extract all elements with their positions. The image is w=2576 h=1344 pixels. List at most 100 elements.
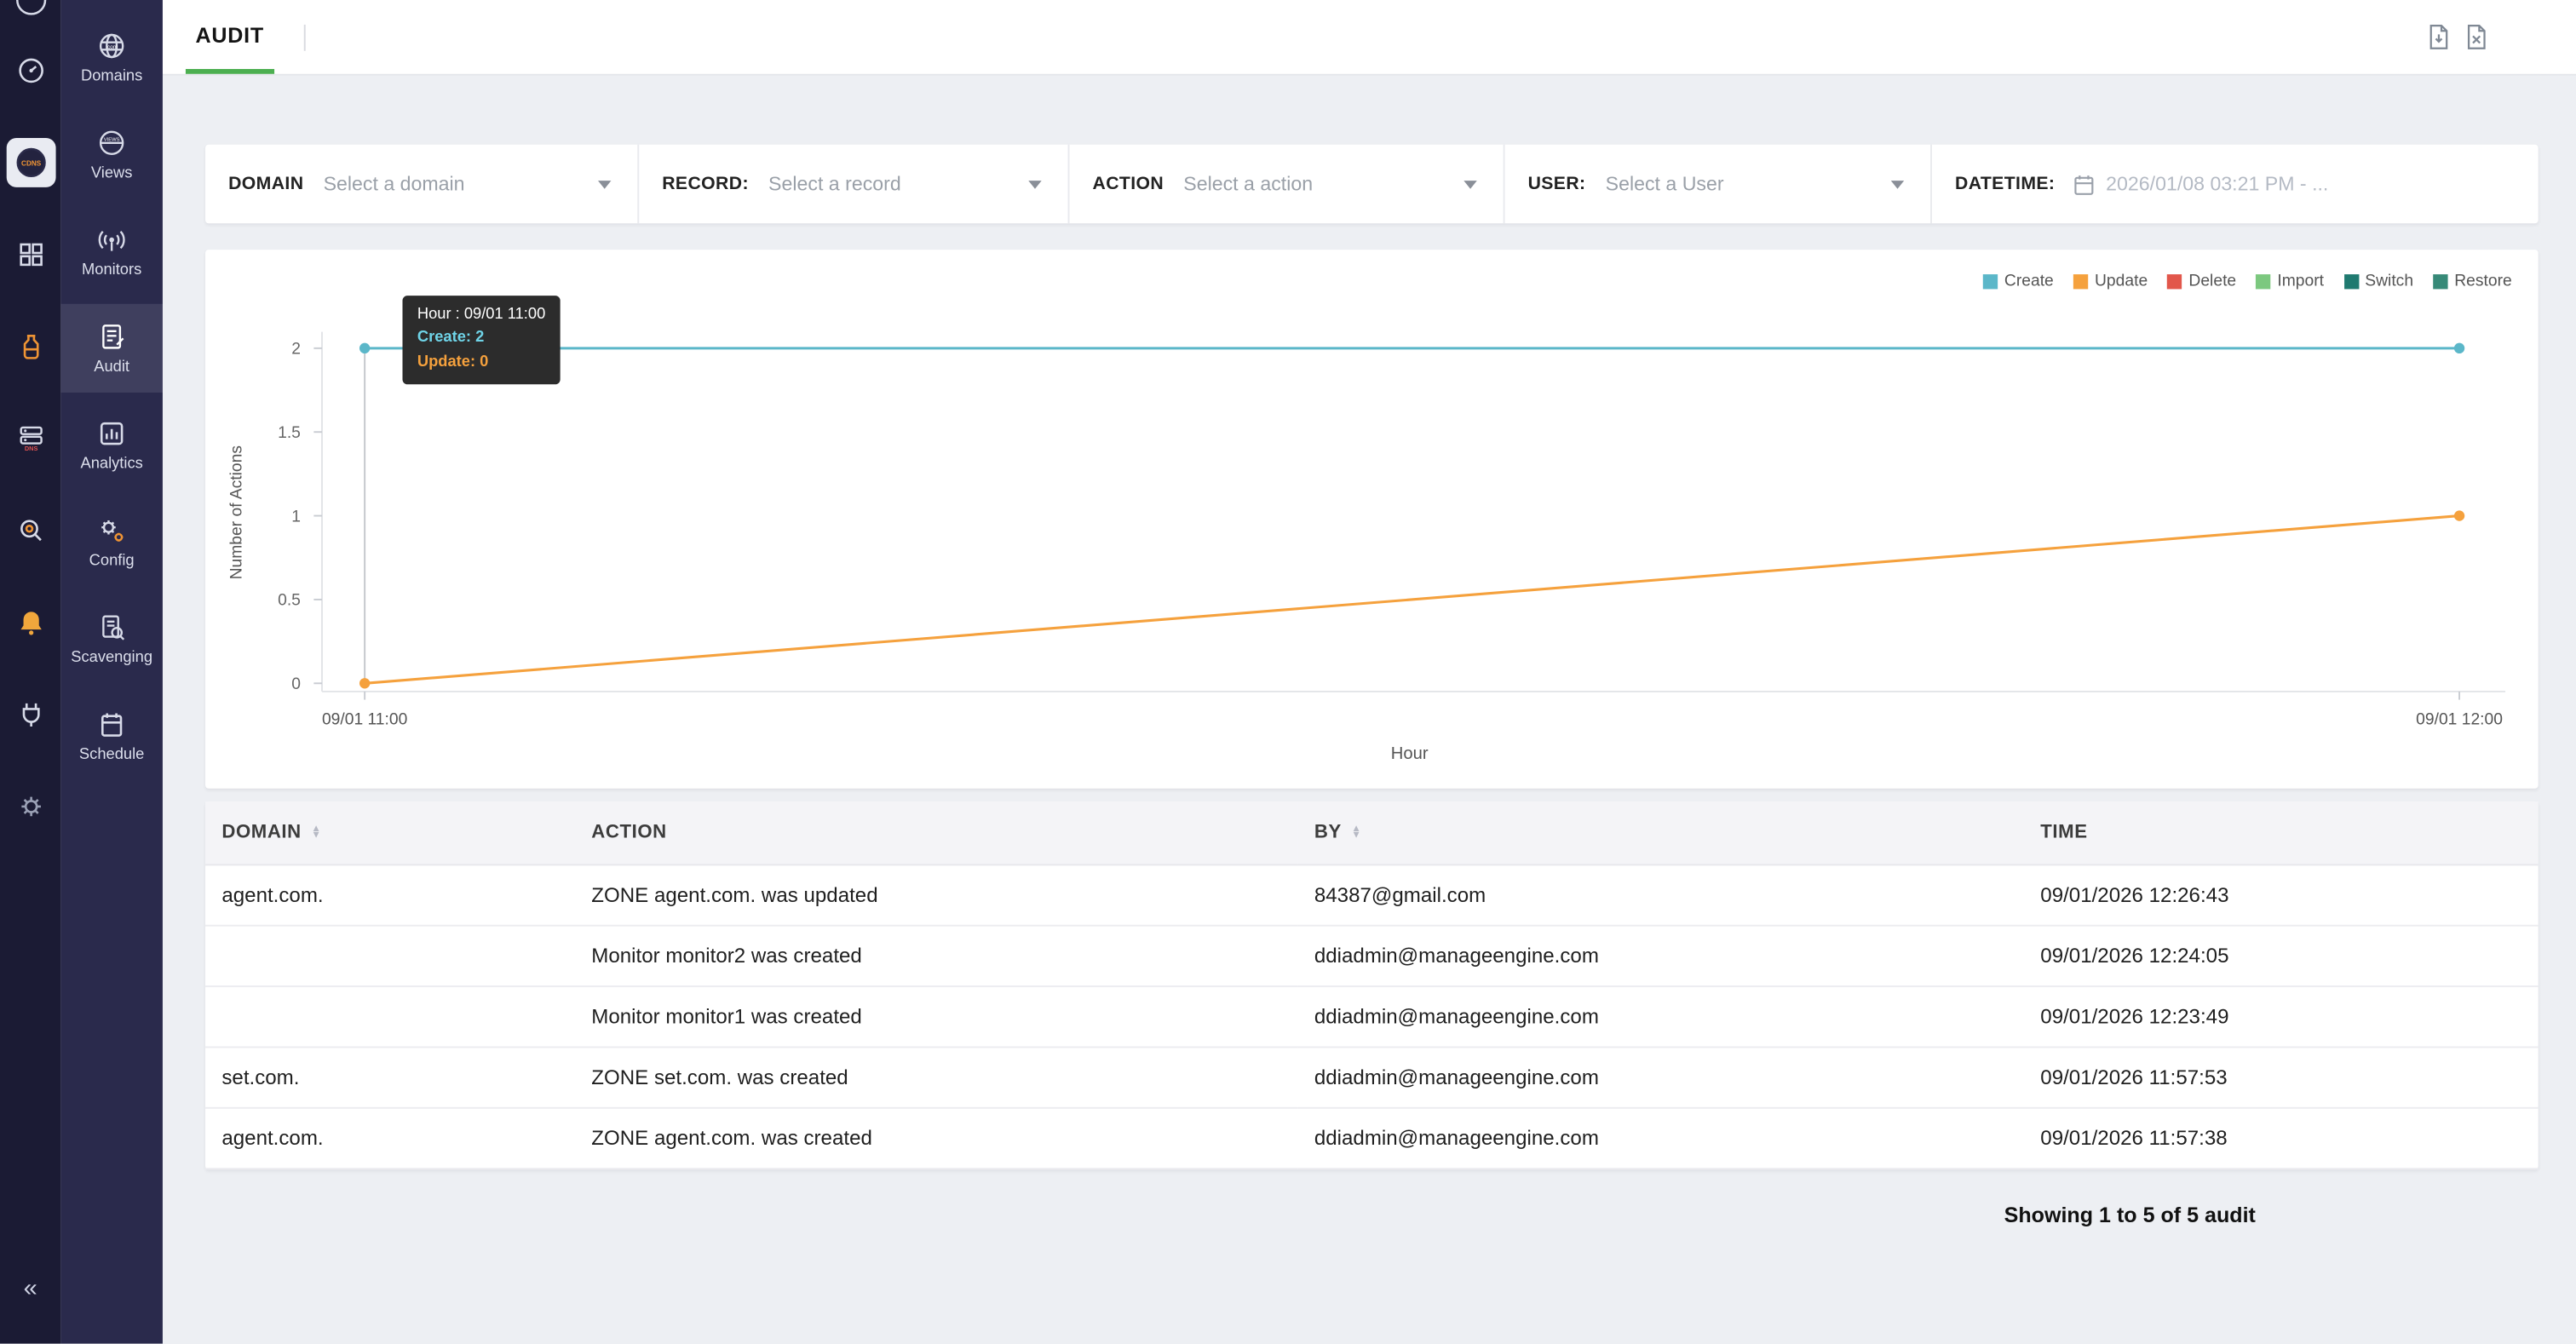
filter-user-select[interactable]: Select a User	[1606, 172, 1905, 195]
table-row[interactable]: agent.com.ZONE agent.com. was createdddi…	[205, 1108, 2539, 1169]
app-logo	[11, 0, 50, 20]
audit-chart: Create Update Delete Import Switch Restore 0 0…	[205, 250, 2539, 789]
legend-label: Delete	[2188, 273, 2236, 290]
svg-text:0: 0	[291, 675, 301, 693]
module-nav: .com Domains VIEWS Views Monitors Audit	[60, 0, 163, 1344]
cell-action: ZONE agent.com. was updated	[575, 864, 1298, 925]
integrations-plug-icon[interactable]	[6, 690, 55, 739]
dashboard-gauge-icon[interactable]	[6, 46, 55, 95]
nav-item-schedule[interactable]: Schedule	[60, 692, 163, 780]
legend-swatch	[2433, 274, 2447, 289]
legend-swatch	[2343, 274, 2358, 289]
legend-item[interactable]: Delete	[2167, 273, 2236, 290]
chevron-down-icon	[1463, 180, 1476, 188]
filter-domain-label: DOMAIN	[228, 174, 303, 193]
legend-label: Import	[2277, 273, 2324, 290]
legend-item[interactable]: Restore	[2433, 273, 2512, 290]
product-rail: CDNS DNS	[0, 0, 60, 1344]
nav-item-analytics[interactable]: Analytics	[60, 401, 163, 490]
filter-record: RECORD: Select a record	[637, 145, 1067, 224]
chevron-down-icon	[1891, 180, 1904, 188]
views-icon-text: VIEWS	[104, 137, 120, 142]
table-row[interactable]: Monitor monitor2 was createdddiadmin@man…	[205, 926, 2539, 986]
svg-text:09/01 12:00: 09/01 12:00	[2416, 710, 2503, 728]
filter-action-select[interactable]: Select a action	[1183, 172, 1476, 195]
cdns-product-icon[interactable]: CDNS	[6, 138, 55, 187]
nav-item-scavenging[interactable]: Scavenging	[60, 594, 163, 683]
jar-icon[interactable]	[6, 322, 55, 371]
chart-legend: Create Update Delete Import Switch Restore	[1983, 273, 2512, 290]
legend-item[interactable]: Switch	[2343, 273, 2413, 290]
filter-user: USER: Select a User	[1504, 145, 1930, 224]
filter-record-select[interactable]: Select a record	[768, 172, 1042, 195]
nav-item-audit[interactable]: Audit	[60, 304, 163, 393]
cell-time: 09/01/2026 12:24:05	[2024, 926, 2539, 986]
nav-label-schedule: Schedule	[79, 745, 144, 763]
nav-label-audit: Audit	[94, 357, 129, 375]
collapse-sidebar-button[interactable]: «	[24, 1276, 37, 1301]
cell-by: ddiadmin@manageengine.com	[1298, 926, 2024, 986]
column-header-domain[interactable]: DOMAIN	[205, 801, 575, 864]
cell-time: 09/01/2026 12:23:49	[2024, 986, 2539, 1047]
filter-user-placeholder: Select a User	[1606, 172, 1891, 195]
legend-label: Switch	[2365, 273, 2413, 290]
cell-by: ddiadmin@manageengine.com	[1298, 1108, 2024, 1169]
legend-label: Update	[2095, 273, 2148, 290]
filter-datetime-value: 2026/01/08 03:21 PM - ...	[2106, 172, 2328, 195]
cell-domain: set.com.	[205, 1047, 575, 1107]
column-header-by[interactable]: BY	[1298, 801, 2024, 864]
legend-item[interactable]: Import	[2256, 273, 2324, 290]
sort-icon[interactable]	[311, 825, 321, 840]
nav-item-views[interactable]: VIEWS Views	[60, 110, 163, 198]
dns-label: DNS	[24, 445, 37, 452]
nav-item-monitors[interactable]: Monitors	[60, 207, 163, 296]
ipam-grid-icon[interactable]	[6, 230, 55, 279]
svg-text:1.5: 1.5	[278, 424, 301, 442]
cell-domain	[205, 986, 575, 1047]
audit-table-card: DOMAIN ACTION BY	[205, 801, 2539, 1169]
sort-icon[interactable]	[1351, 825, 1361, 840]
alerts-bell-icon[interactable]	[6, 598, 55, 647]
column-header-time: TIME	[2024, 801, 2539, 864]
nav-label-scavenging: Scavenging	[71, 648, 152, 666]
export-pdf-icon[interactable]	[2425, 23, 2453, 51]
svg-text:2: 2	[291, 341, 301, 359]
admin-settings-icon[interactable]	[6, 782, 55, 831]
nav-label-analytics: Analytics	[80, 454, 142, 472]
cell-by: ddiadmin@manageengine.com	[1298, 986, 2024, 1047]
cell-by: 84387@gmail.com	[1298, 864, 2024, 925]
cell-domain: agent.com.	[205, 864, 575, 925]
export-excel-icon[interactable]	[2463, 23, 2491, 51]
column-header-action-label: ACTION	[591, 823, 667, 842]
svg-text:1: 1	[291, 508, 301, 526]
nav-item-domains[interactable]: .com Domains	[60, 13, 163, 101]
legend-item[interactable]: Update	[2073, 273, 2148, 290]
domains-icon-text: .com	[106, 43, 118, 49]
dns-server-icon[interactable]: DNS	[6, 414, 55, 463]
nav-label-monitors: Monitors	[82, 261, 141, 279]
cell-action: ZONE agent.com. was created	[575, 1108, 1298, 1169]
table-row[interactable]: set.com.ZONE set.com. was createdddiadmi…	[205, 1047, 2539, 1107]
filter-domain-select[interactable]: Select a domain	[324, 172, 612, 195]
discovery-search-icon[interactable]	[6, 506, 55, 555]
chevron-down-icon	[1028, 180, 1041, 188]
filter-datetime-picker[interactable]: 2026/01/08 03:21 PM - ...	[2072, 172, 2329, 197]
tab-audit[interactable]: AUDIT	[186, 0, 274, 74]
cell-time: 09/01/2026 11:57:38	[2024, 1108, 2539, 1169]
audit-table-body: agent.com.ZONE agent.com. was updated843…	[205, 864, 2539, 1169]
cell-domain	[205, 926, 575, 986]
filter-action-label: ACTION	[1092, 174, 1164, 193]
legend-swatch	[2167, 274, 2182, 289]
cell-action: ZONE set.com. was created	[575, 1047, 1298, 1107]
cdns-label: CDNS	[20, 160, 41, 168]
svg-text:Number of Actions: Number of Actions	[227, 445, 245, 579]
table-row[interactable]: Monitor monitor1 was createdddiadmin@man…	[205, 986, 2539, 1047]
nav-label-config: Config	[89, 551, 135, 569]
legend-item[interactable]: Create	[1983, 273, 2054, 290]
chevron-down-icon	[598, 180, 611, 188]
column-header-time-label: TIME	[2040, 823, 2087, 842]
column-header-by-label: BY	[1314, 823, 1342, 842]
table-row[interactable]: agent.com.ZONE agent.com. was updated843…	[205, 864, 2539, 925]
tab-audit-label: AUDIT	[195, 22, 263, 47]
nav-item-config[interactable]: Config	[60, 497, 163, 586]
